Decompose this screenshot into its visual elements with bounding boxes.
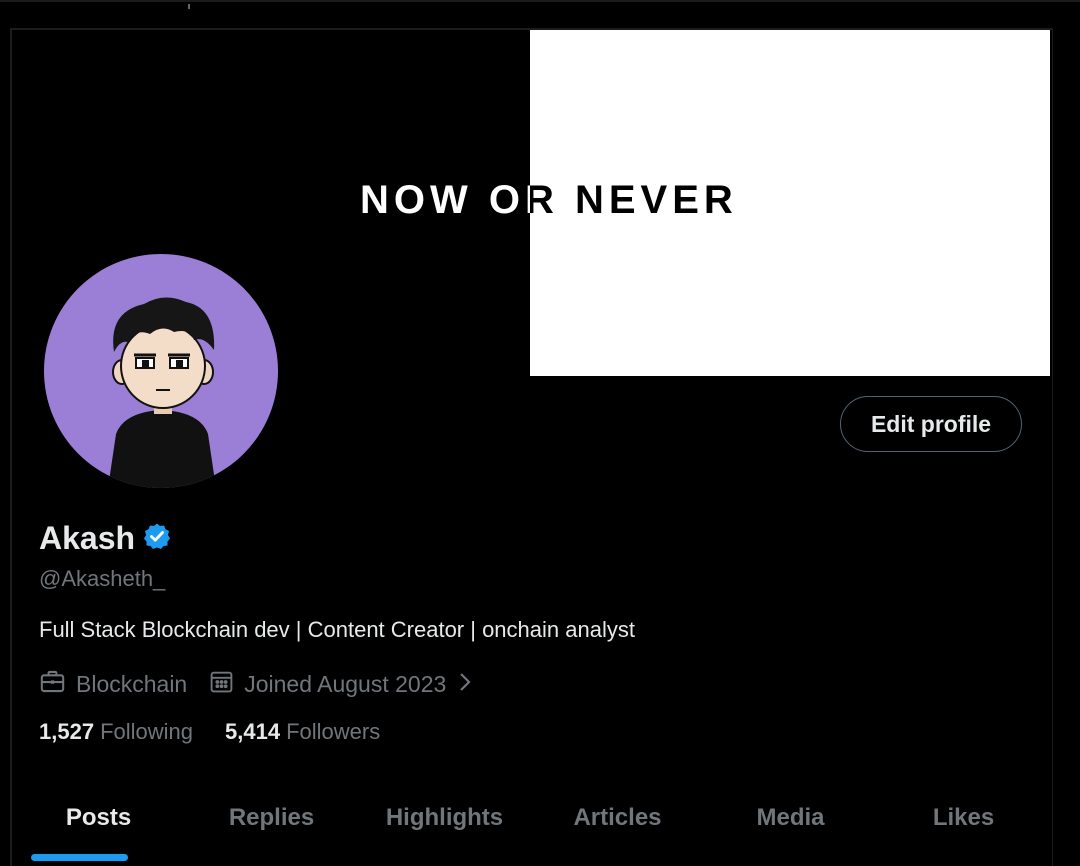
- verified-badge-icon[interactable]: [143, 522, 171, 555]
- active-tab-indicator: [31, 854, 128, 861]
- following-count: 1,527: [39, 719, 95, 744]
- following-link[interactable]: 1,527 Following: [39, 719, 193, 745]
- briefcase-icon: [39, 668, 66, 701]
- avatar-illustration: [108, 297, 216, 488]
- window-top-edge: [0, 0, 1080, 2]
- following-label: Following: [100, 719, 193, 744]
- user-handle: @Akasheth_: [39, 566, 166, 591]
- tab-media[interactable]: Media: [704, 788, 877, 864]
- tab-likes[interactable]: Likes: [877, 788, 1050, 864]
- display-name: Akash: [39, 520, 136, 556]
- followers-link[interactable]: 5,414 Followers: [225, 719, 380, 745]
- tab-highlights[interactable]: Highlights: [358, 788, 531, 864]
- tab-articles[interactable]: Articles: [531, 788, 704, 864]
- joined-date: Joined August 2023: [244, 671, 447, 697]
- edit-profile-button[interactable]: Edit profile: [840, 396, 1022, 452]
- category-label: Blockchain: [76, 671, 188, 697]
- tab-posts[interactable]: Posts: [12, 788, 185, 864]
- avatar[interactable]: [44, 254, 278, 488]
- follow-stats: 1,527 Following 5,414 Followers: [39, 719, 380, 745]
- followers-count: 5,414: [225, 719, 281, 744]
- calendar-icon: [209, 669, 234, 700]
- category-item: Blockchain: [39, 668, 187, 701]
- profile-meta: Blockchain Joined August 2023: [39, 668, 474, 701]
- profile-tabs: Posts Replies Highlights Articles Media …: [12, 788, 1050, 864]
- window-tick: [188, 4, 190, 9]
- chevron-right-icon: [456, 671, 474, 699]
- joined-item[interactable]: Joined August 2023: [209, 669, 474, 700]
- display-name-row: Akash: [39, 520, 171, 557]
- tab-replies[interactable]: Replies: [185, 788, 358, 864]
- user-bio: Full Stack Blockchain dev | Content Crea…: [39, 617, 635, 642]
- followers-label: Followers: [286, 719, 381, 744]
